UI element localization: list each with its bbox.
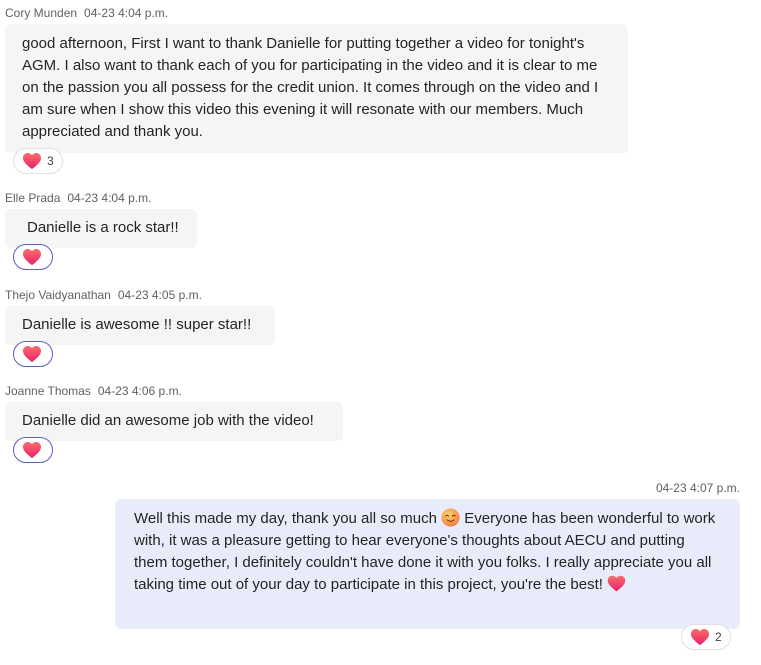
- reaction-heart[interactable]: 3: [13, 148, 63, 174]
- author-name: Thejo Vaidyanathan: [5, 288, 111, 302]
- message-bubble[interactable]: Danielle is awesome !! super star!!: [5, 306, 275, 345]
- reaction-count: 3: [47, 154, 54, 168]
- message-text: Danielle did an awesome job with the vid…: [22, 412, 314, 429]
- reaction-heart[interactable]: 2: [681, 624, 731, 650]
- message-text: good afternoon, First I want to thank Da…: [22, 35, 599, 140]
- author-name: Joanne Thomas: [5, 384, 91, 398]
- author-name: Elle Prada: [5, 191, 61, 205]
- message-bubble[interactable]: Danielle did an awesome job with the vid…: [5, 402, 343, 441]
- timestamp: 04-23 4:06 p.m.: [97, 384, 182, 398]
- message-text: Danielle is a rock star!!: [27, 219, 179, 236]
- reaction-heart[interactable]: [13, 341, 53, 367]
- message-bubble[interactable]: Danielle is a rock star!!: [5, 209, 197, 248]
- message-text: Danielle is awesome !! super star!!: [22, 316, 252, 333]
- timestamp: 04-23 4:05 p.m.: [117, 288, 202, 302]
- message-text: Well this made my day, thank you all so …: [134, 510, 437, 527]
- heart-icon: [22, 345, 42, 363]
- heart-icon: [22, 441, 42, 459]
- message-header: Cory Munden 04-23 4:04 p.m.: [5, 6, 168, 20]
- timestamp: 04-23 4:07 p.m.: [655, 481, 740, 495]
- heart-emoji-icon: [607, 574, 626, 593]
- author-name: Cory Munden: [5, 6, 78, 20]
- message-header: Joanne Thomas 04-23 4:06 p.m.: [5, 384, 182, 398]
- heart-icon: [22, 152, 42, 170]
- message-bubble[interactable]: good afternoon, First I want to thank Da…: [5, 24, 628, 153]
- message-bubble-self[interactable]: Well this made my day, thank you all so …: [115, 499, 740, 629]
- timestamp: 04-23 4:04 p.m.: [84, 6, 169, 20]
- reaction-heart[interactable]: [13, 437, 53, 463]
- heart-icon: [690, 628, 710, 646]
- message-header: Elle Prada 04-23 4:04 p.m.: [5, 191, 151, 205]
- message-header: Thejo Vaidyanathan 04-23 4:05 p.m.: [5, 288, 202, 302]
- smiling-face-emoji-icon: [441, 508, 460, 527]
- timestamp: 04-23 4:04 p.m.: [67, 191, 152, 205]
- reaction-count: 2: [715, 630, 722, 644]
- reaction-heart[interactable]: [13, 244, 53, 270]
- heart-icon: [22, 248, 42, 266]
